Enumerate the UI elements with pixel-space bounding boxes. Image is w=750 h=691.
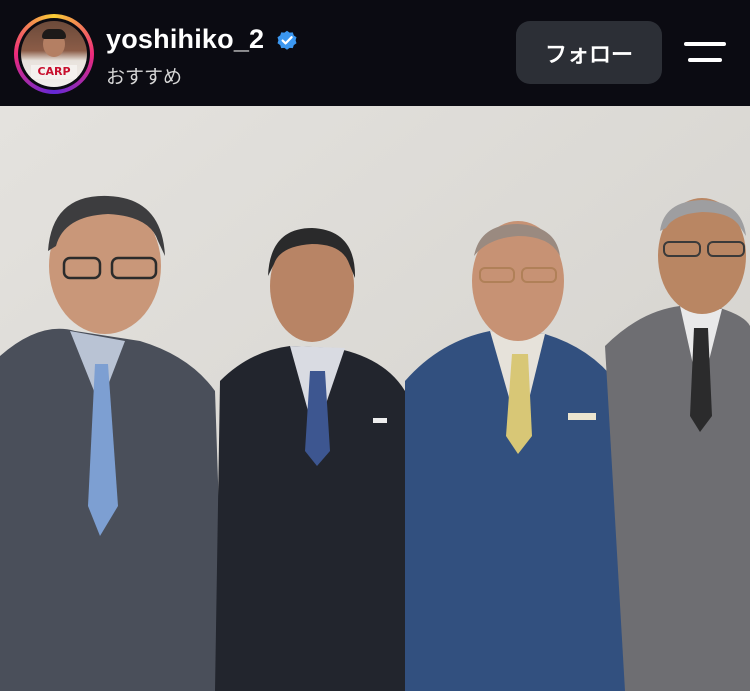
avatar-image: CARP [21,21,87,87]
post-image[interactable] [0,106,750,691]
post-photo-illustration [0,106,750,691]
suggested-label: おすすめ [106,67,183,88]
avatar-carp-text: CARP [31,65,77,79]
post-header: CARP yoshihiko_2 おすすめ フォロー [0,0,750,106]
verified-badge-icon [277,30,297,50]
menu-icon[interactable] [684,40,726,64]
profile-avatar[interactable]: CARP [14,14,94,94]
follow-button[interactable]: フォロー [516,21,662,84]
username-link[interactable]: yoshihiko_2 [106,24,264,55]
